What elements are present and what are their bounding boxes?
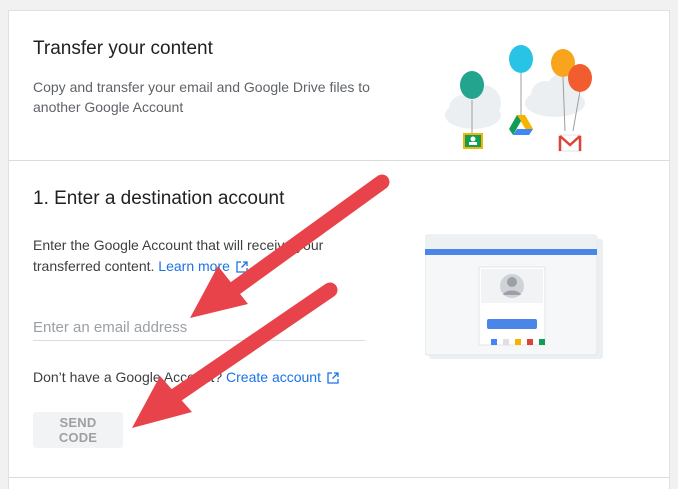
bottom-divider <box>9 477 669 478</box>
no-account-text: Don’t have a Google Account? <box>33 369 223 385</box>
gmail-icon <box>558 134 582 152</box>
learn-more-link[interactable]: Learn more <box>158 258 248 274</box>
avatar-icon <box>500 274 524 298</box>
email-input[interactable] <box>33 314 365 341</box>
balloon-red <box>568 64 592 92</box>
google-classroom-icon <box>463 133 483 149</box>
account-illustration <box>425 234 603 359</box>
create-account-link[interactable]: Create account <box>226 369 339 385</box>
balloons-illustration <box>445 45 592 152</box>
step-description: Enter the Google Account that will recei… <box>33 235 353 277</box>
no-account-row: Don’t have a Google Account? Create acco… <box>33 369 339 385</box>
step-title: 1. Enter a destination account <box>33 188 285 209</box>
page-title: Transfer your content <box>33 38 213 59</box>
transfer-card: Transfer your content Copy and transfer … <box>8 10 670 489</box>
section-divider <box>9 160 669 161</box>
external-link-icon <box>327 372 339 384</box>
balloon-green <box>460 71 484 99</box>
google-drive-icon <box>509 115 533 135</box>
balloon-cyan <box>509 45 533 73</box>
page-subtitle: Copy and transfer your email and Google … <box>33 79 370 115</box>
external-link-icon <box>236 261 248 273</box>
send-code-button[interactable]: SEND CODE <box>33 412 123 448</box>
